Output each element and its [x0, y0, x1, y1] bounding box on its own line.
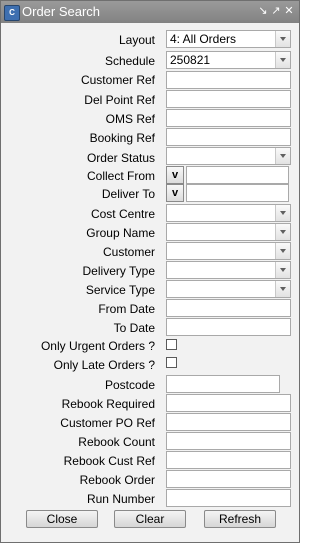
- to-date-input[interactable]: [166, 318, 291, 336]
- cost-centre-label: Cost Centre: [90, 207, 155, 221]
- chevron-down-icon[interactable]: [275, 243, 290, 259]
- schedule-value: 250821: [170, 53, 211, 67]
- order-status-label: Order Status: [86, 151, 155, 165]
- chevron-down-icon[interactable]: [275, 31, 290, 47]
- order-status-select[interactable]: [166, 147, 291, 165]
- rebook-order-label: Rebook Order: [79, 473, 155, 487]
- run-number-label: Run Number: [86, 492, 155, 506]
- chevron-down-icon[interactable]: [275, 148, 290, 164]
- chevron-down-icon[interactable]: [275, 52, 290, 68]
- rebook-required-label: Rebook Required: [61, 397, 155, 411]
- booking-ref-label: Booking Ref: [89, 131, 155, 145]
- customer-ref-input[interactable]: [166, 71, 291, 89]
- delivery-type-label: Delivery Type: [82, 264, 155, 278]
- chevron-down-icon[interactable]: [275, 281, 290, 297]
- run-number-input[interactable]: [166, 489, 291, 507]
- oms-ref-input[interactable]: [166, 109, 291, 127]
- deliver-to-input[interactable]: [186, 184, 289, 202]
- layout-select[interactable]: 4: All Orders: [166, 30, 291, 48]
- chevron-down-icon[interactable]: [275, 224, 290, 240]
- collect-from-lookup-button[interactable]: v: [166, 166, 184, 184]
- to-date-label: To Date: [113, 321, 155, 335]
- only-urgent-checkbox[interactable]: [166, 339, 177, 350]
- collect-from-input[interactable]: [186, 166, 289, 184]
- del-point-ref-input[interactable]: [166, 90, 291, 108]
- from-date-label: From Date: [98, 302, 155, 316]
- app-icon: C: [4, 5, 20, 21]
- clear-button[interactable]: Clear: [114, 510, 186, 528]
- chevron-down-icon[interactable]: [275, 205, 290, 221]
- layout-label: Layout: [118, 33, 155, 47]
- close-window-icon[interactable]: ✕: [282, 4, 296, 18]
- group-name-label: Group Name: [86, 226, 155, 240]
- rebook-cust-ref-input[interactable]: [166, 451, 291, 469]
- service-type-select[interactable]: [166, 280, 291, 298]
- postcode-label: Postcode: [104, 378, 155, 392]
- collect-from-label: Collect From: [86, 169, 155, 183]
- layout-value: 4: All Orders: [170, 32, 237, 46]
- deliver-to-label: Deliver To: [101, 187, 155, 201]
- booking-ref-input[interactable]: [166, 128, 291, 146]
- schedule-label: Schedule: [104, 54, 155, 68]
- title-bar[interactable]: C Order Search ↘ ↗ ✕: [1, 1, 299, 23]
- service-type-label: Service Type: [85, 283, 155, 297]
- minimize-arrow-icon[interactable]: ↘: [256, 4, 270, 18]
- only-late-checkbox[interactable]: [166, 357, 177, 368]
- restore-arrows-icon[interactable]: ↗: [269, 4, 283, 18]
- only-late-label: Only Late Orders ?: [53, 358, 155, 372]
- customer-ref-label: Customer Ref: [80, 73, 155, 87]
- deliver-to-lookup-button[interactable]: v: [166, 184, 184, 202]
- close-button[interactable]: Close: [26, 510, 98, 528]
- rebook-order-input[interactable]: [166, 470, 291, 488]
- only-urgent-label: Only Urgent Orders ?: [40, 339, 155, 353]
- refresh-button[interactable]: Refresh: [204, 510, 276, 528]
- order-search-window: C Order Search ↘ ↗ ✕ Layout 4: All Order…: [0, 0, 300, 543]
- rebook-required-input[interactable]: [166, 394, 291, 412]
- customer-select[interactable]: [166, 242, 291, 260]
- del-point-ref-label: Del Point Ref: [84, 93, 155, 107]
- rebook-count-input[interactable]: [166, 432, 291, 450]
- rebook-count-label: Rebook Count: [78, 435, 155, 449]
- rebook-cust-ref-label: Rebook Cust Ref: [63, 454, 155, 468]
- oms-ref-label: OMS Ref: [105, 112, 155, 126]
- schedule-select[interactable]: 250821: [166, 51, 291, 69]
- customer-po-ref-label: Customer PO Ref: [60, 416, 155, 430]
- delivery-type-select[interactable]: [166, 261, 291, 279]
- window-title: Order Search: [22, 4, 101, 19]
- from-date-input[interactable]: [166, 299, 291, 317]
- customer-po-ref-input[interactable]: [166, 413, 291, 431]
- group-name-select[interactable]: [166, 223, 291, 241]
- customer-label: Customer: [102, 245, 155, 259]
- postcode-input[interactable]: [166, 375, 280, 393]
- chevron-down-icon[interactable]: [275, 262, 290, 278]
- cost-centre-select[interactable]: [166, 204, 291, 222]
